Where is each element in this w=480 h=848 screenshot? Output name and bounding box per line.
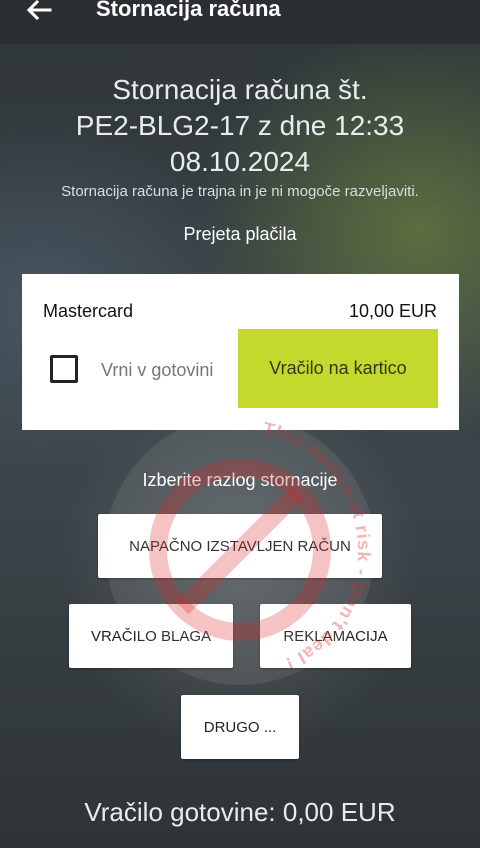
reason-title: Izberite razlog stornacije [142,470,338,490]
page-heading: Stornacija računa št. PE2-BLG2-17 z dne … [0,72,480,180]
reason-wrong-invoice-button[interactable]: NAPAČNO IZSTAVLJEN RAČUN [98,514,382,578]
cash-refund-label[interactable]: Vrni v gotovini [101,360,213,381]
app-bar: Stornacija računa [0,0,480,44]
heading-line-3: 08.10.2024 [169,146,311,177]
received-payments-title: Prejeta plačila [183,224,297,244]
cash-refund-checkbox[interactable] [50,355,78,383]
heading-line-1: Stornacija računa št. [112,74,368,105]
reason-complaint-button[interactable]: REKLAMACIJA [260,604,411,668]
cash-return-total: Vračilo gotovine: 0,00 EUR [84,797,396,827]
app-bar-title: Stornacija računa [96,0,281,21]
payment-card: Mastercard 10,00 EUR Vrni v gotovini Vra… [22,274,459,430]
reason-goods-return-button[interactable]: VRAČILO BLAGA [69,604,233,668]
card-refund-button[interactable]: Vračilo na kartico [238,329,438,408]
heading-line-2: PE2-BLG2-17 z dne 12:33 [75,110,405,141]
reason-other-button[interactable]: DRUGO ... [181,695,299,759]
payment-method: Mastercard [43,301,134,321]
warning-subtitle: Stornacija računa je trajna in je ni mog… [61,183,419,200]
arrow-left-icon[interactable] [24,0,52,24]
payment-amount: 10,00 EUR [348,301,437,321]
